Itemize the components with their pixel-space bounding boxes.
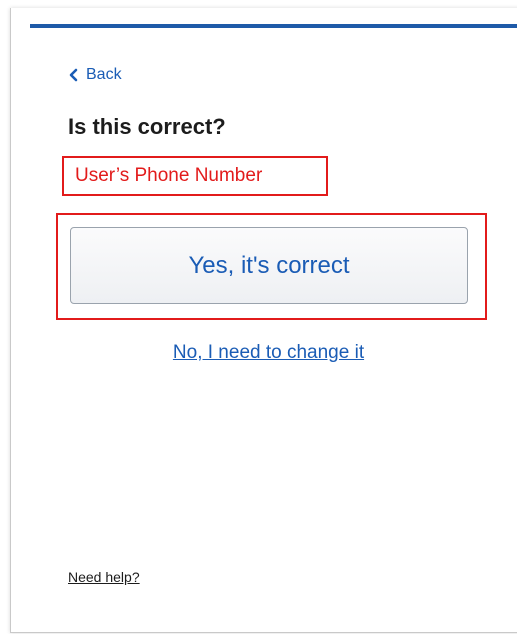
phone-number-label: User’s Phone Number [75,165,263,186]
dialog-frame [10,8,517,633]
back-link-label: Back [86,66,122,83]
need-help-link[interactable]: Need help? [68,569,140,585]
confirm-button-label: Yes, it's correct [188,251,350,279]
confirm-button[interactable]: Yes, it's correct [70,227,468,304]
phone-number-highlight: User’s Phone Number [62,156,328,196]
header-accent-bar [30,24,517,28]
chevron-left-icon [68,68,78,82]
page-title: Is this correct? [68,114,226,139]
change-number-link[interactable]: No, I need to change it [0,342,517,364]
back-link[interactable]: Back [68,66,122,84]
